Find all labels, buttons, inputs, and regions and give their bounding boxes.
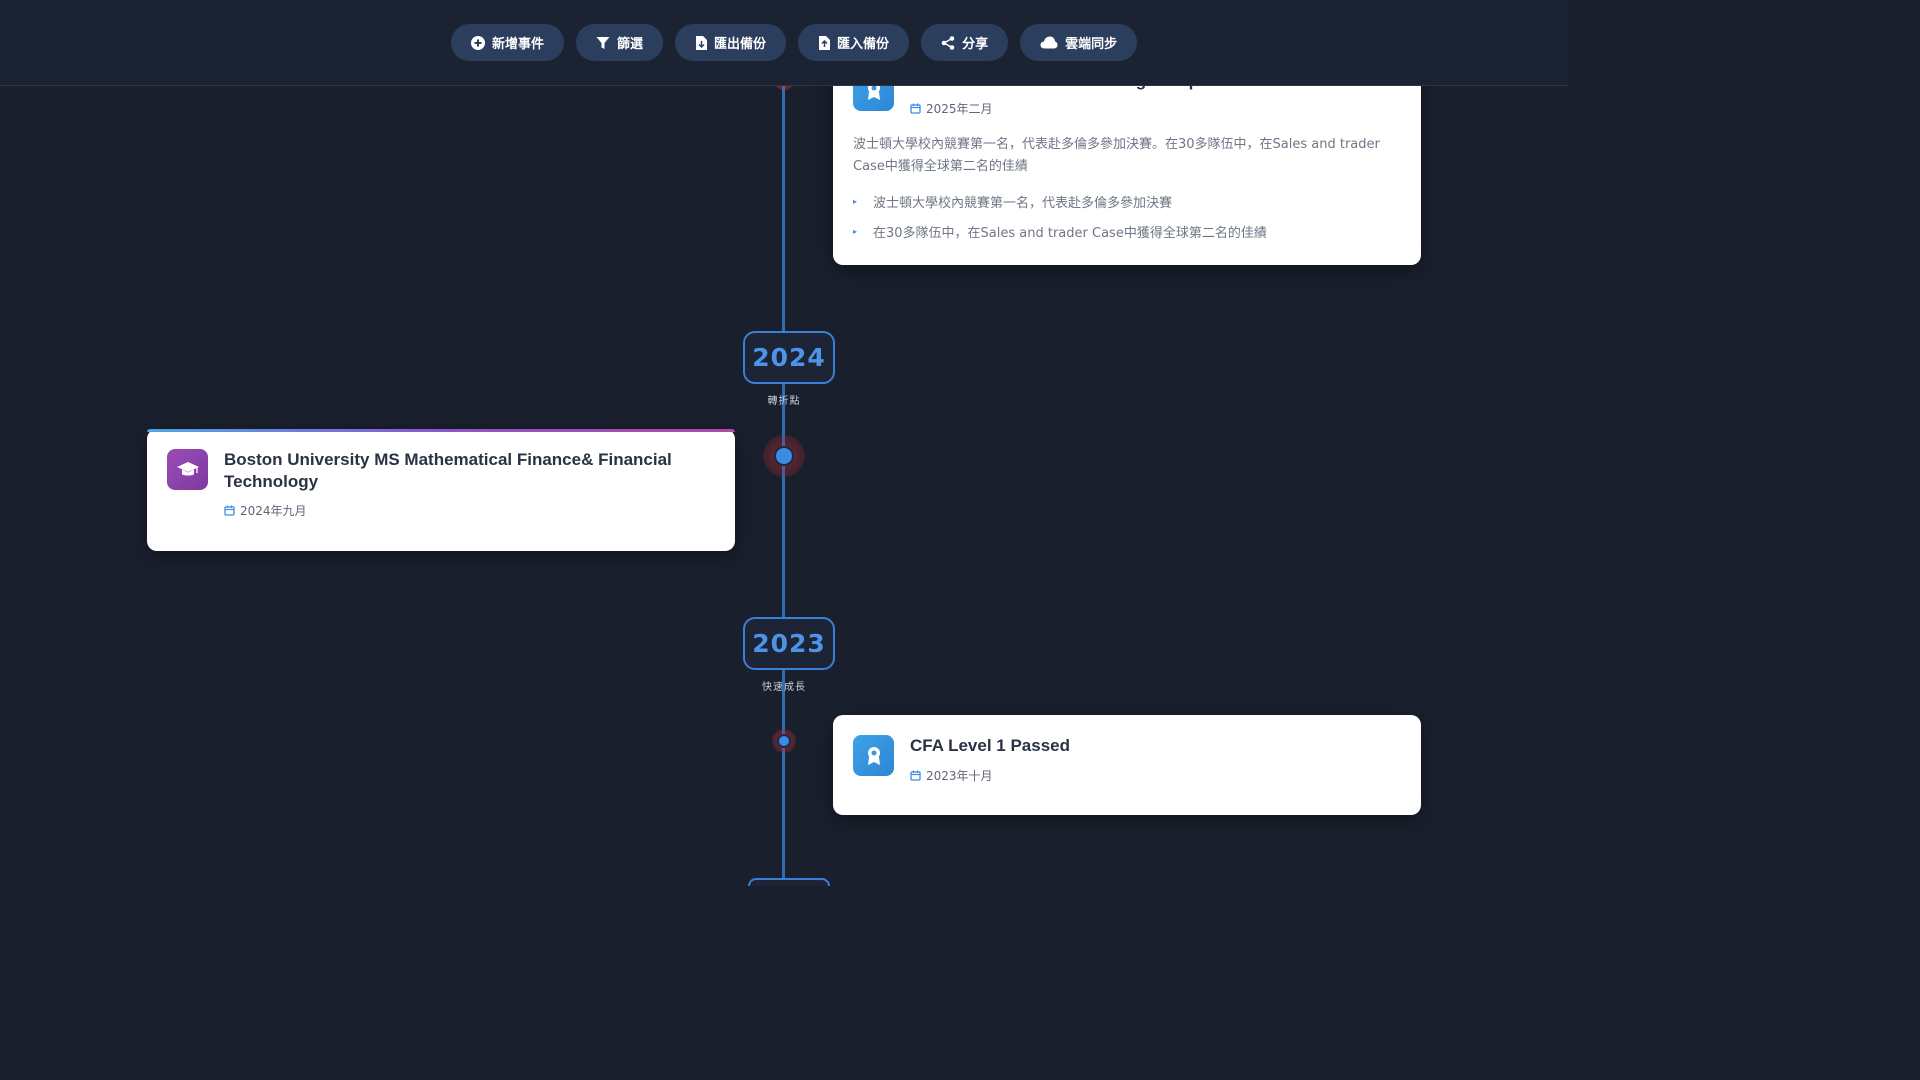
event-description: 波士頓大學校內競賽第一名，代表赴多倫多參加決賽。在30多隊伍中，在Sales a… xyxy=(853,137,1380,174)
event-date-text: 2023年十月 xyxy=(926,769,993,783)
button-label: 分享 xyxy=(962,37,989,52)
button-label: 匯入備份 xyxy=(837,37,890,52)
year-subtitle: 快速成長 xyxy=(762,682,806,693)
calendar-icon xyxy=(910,770,921,781)
bullet-text: 波士頓大學校內競賽第一名，代表赴多倫多參加決賽 xyxy=(873,196,1173,211)
file-export-icon xyxy=(696,35,708,50)
button-label: 雲端同步 xyxy=(1065,37,1118,52)
timeline-line xyxy=(782,86,785,882)
timeline-dot-core xyxy=(774,446,794,466)
button-label: 篩選 xyxy=(617,37,644,52)
filter-icon xyxy=(596,36,610,49)
top-toolbar: 新增事件 篩選 匯出備份 匯入備份 分享 雲端同步 xyxy=(0,0,1568,86)
bullet-text: 在30多隊伍中，在Sales and trader Case中獲得全球第二名的佳… xyxy=(873,226,1267,241)
add-event-button[interactable]: 新增事件 xyxy=(451,24,565,61)
cloud-sync-button[interactable]: 雲端同步 xyxy=(1020,24,1138,61)
graduation-cap-icon xyxy=(167,449,208,490)
caret-right-icon: ▸ xyxy=(853,227,858,236)
award-icon xyxy=(853,735,894,776)
year-subtitle: 轉折點 xyxy=(767,396,801,407)
event-card-cfa[interactable]: CFA Level 1 Passed 2023年十月 xyxy=(833,715,1421,815)
caret-right-icon: ▸ xyxy=(853,197,858,206)
export-backup-button[interactable]: 匯出備份 xyxy=(675,24,787,61)
event-title: Boston University MS Mathematical Financ… xyxy=(224,450,672,491)
event-date-text: 2024年九月 xyxy=(240,504,307,518)
toolbar-buttons: 新增事件 篩選 匯出備份 匯入備份 分享 雲端同步 xyxy=(451,24,1138,62)
timeline-dot[interactable] xyxy=(763,435,805,477)
page-background-left xyxy=(0,86,130,882)
plus-circle-icon xyxy=(471,35,485,50)
file-import-icon xyxy=(819,35,831,50)
card-accent-bar xyxy=(147,429,735,432)
filter-button[interactable]: 篩選 xyxy=(576,24,664,61)
event-date-text: 2025年二月 xyxy=(926,102,993,116)
year-badge-2023: 2023 xyxy=(743,617,835,670)
timeline-dot[interactable] xyxy=(772,729,796,753)
button-label: 新增事件 xyxy=(492,37,545,52)
cloud-icon xyxy=(1040,36,1058,49)
event-date: 2024年九月 xyxy=(224,502,307,519)
year-badge-partial xyxy=(748,878,830,886)
event-card-boston-university[interactable]: Boston University MS Mathematical Financ… xyxy=(147,429,735,551)
event-date: 2025年二月 xyxy=(910,100,993,117)
event-title: CFA Level 1 Passed xyxy=(910,736,1071,755)
calendar-icon xyxy=(224,505,235,516)
button-label: 匯出備份 xyxy=(714,37,767,52)
year-badge-2024: 2024 xyxy=(743,331,835,384)
timeline-dot-core xyxy=(777,734,791,748)
share-button[interactable]: 分享 xyxy=(921,24,1009,61)
event-date: 2023年十月 xyxy=(910,767,993,784)
import-backup-button[interactable]: 匯入備份 xyxy=(798,24,910,61)
share-icon xyxy=(941,35,955,50)
calendar-icon xyxy=(910,103,921,114)
list-item: ▸ 波士頓大學校內競賽第一名，代表赴多倫多參加決賽 xyxy=(853,192,1172,211)
list-item: ▸ 在30多隊伍中，在Sales and trader Case中獲得全球第二名… xyxy=(853,222,1267,241)
